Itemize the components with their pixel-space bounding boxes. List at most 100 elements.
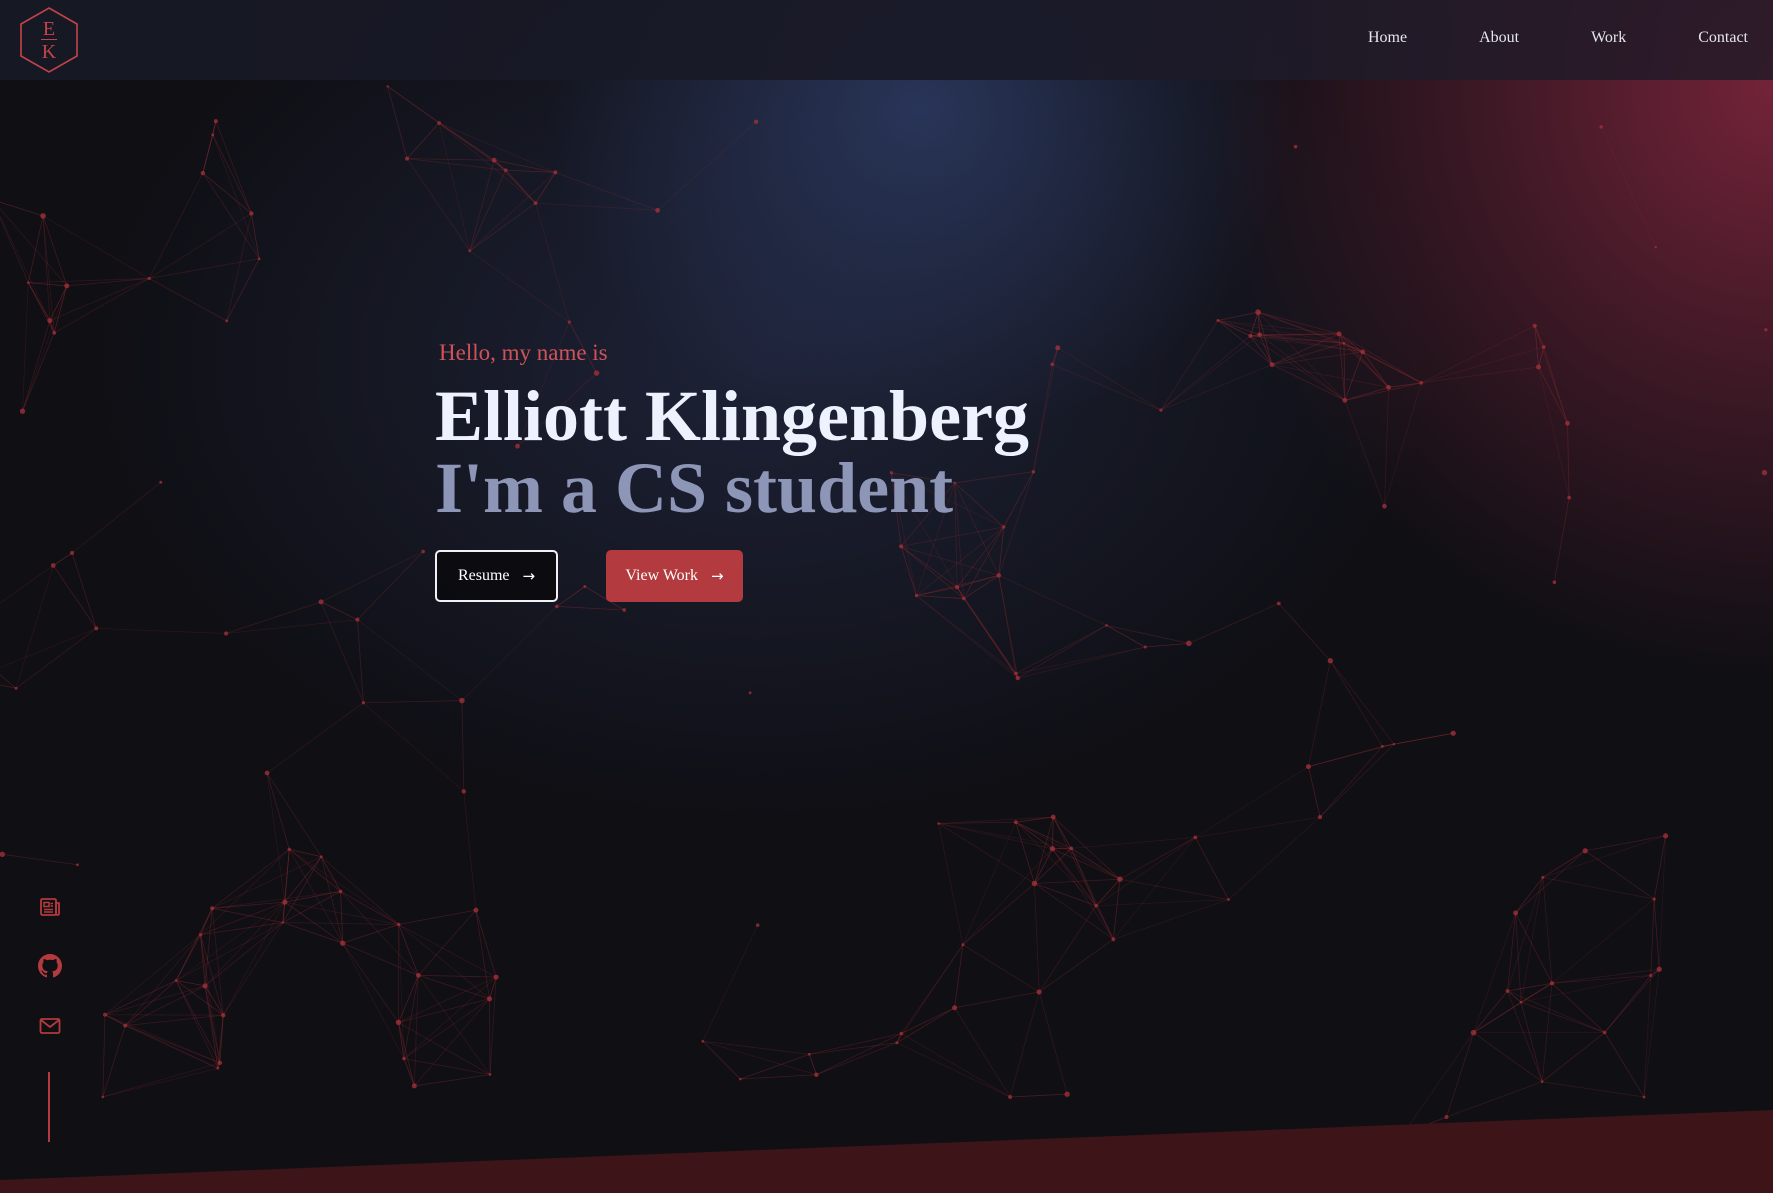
network-link <box>1095 878 1121 906</box>
network-node <box>210 906 215 911</box>
network-node <box>962 596 966 601</box>
network-link <box>1330 660 1395 745</box>
network-link <box>1308 766 1321 818</box>
network-link <box>204 985 219 1069</box>
network-node <box>1069 846 1074 851</box>
network-link <box>1145 642 1189 648</box>
network-node <box>40 213 46 219</box>
network-link <box>998 575 1107 626</box>
network-link <box>340 891 419 976</box>
network-node <box>225 319 229 323</box>
network-node <box>1276 601 1281 606</box>
network-link <box>1384 387 1389 507</box>
network-link <box>289 848 399 925</box>
network-link <box>212 121 217 135</box>
network-node <box>461 789 466 794</box>
network-link <box>740 1053 810 1080</box>
network-node <box>319 855 323 859</box>
network-link <box>461 700 465 792</box>
network-node <box>211 133 215 137</box>
hexagon-logo-icon <box>20 7 78 73</box>
network-link <box>124 980 177 1026</box>
network-link <box>901 1007 955 1034</box>
network-link <box>250 213 260 259</box>
nav-item-about[interactable]: About <box>1479 29 1519 47</box>
nav-item-work[interactable]: Work <box>1591 29 1626 47</box>
network-link <box>1319 746 1383 818</box>
network-link <box>342 924 399 944</box>
network-node <box>1269 362 1275 368</box>
network-link <box>414 998 490 1087</box>
network-node <box>954 585 960 590</box>
network-link <box>489 977 497 1075</box>
network-node <box>50 563 56 568</box>
network-link <box>176 980 206 987</box>
network-link <box>916 595 964 599</box>
network-link <box>148 172 204 279</box>
email-link[interactable] <box>38 1014 62 1038</box>
network-node <box>213 119 218 124</box>
network-link <box>42 215 150 279</box>
network-node <box>64 283 70 289</box>
network-link <box>1160 334 1260 411</box>
site-logo[interactable]: E K <box>18 6 80 74</box>
network-link <box>469 160 495 251</box>
view-work-button[interactable]: View Work → <box>606 550 743 602</box>
network-link <box>1052 848 1097 906</box>
network-link <box>1473 1032 1543 1083</box>
network-link <box>438 122 471 251</box>
network-link <box>1119 837 1196 880</box>
network-link <box>1507 990 1543 1082</box>
network-node <box>1257 332 1262 337</box>
network-node <box>397 922 401 927</box>
network-link <box>1160 335 1251 411</box>
network-link <box>175 980 219 1069</box>
github-link[interactable] <box>38 954 62 978</box>
network-node <box>899 1031 904 1036</box>
network-node <box>1541 345 1546 349</box>
network-link <box>1520 1002 1543 1082</box>
network-link <box>266 772 322 857</box>
network-link <box>963 598 1017 674</box>
network-node <box>1049 845 1056 852</box>
network-link <box>1600 126 1657 248</box>
network-link <box>282 922 343 944</box>
network-node <box>1227 898 1230 901</box>
network-link <box>469 202 536 252</box>
network-link <box>222 901 286 1016</box>
network-node <box>555 604 559 609</box>
network-node <box>386 85 389 88</box>
network-node <box>198 933 203 937</box>
network-node <box>1419 381 1424 385</box>
network-link <box>1541 1032 1605 1083</box>
network-node <box>1159 408 1163 412</box>
network-link <box>357 619 463 701</box>
network-node <box>217 1060 223 1065</box>
network-link <box>284 849 290 903</box>
network-link <box>901 944 964 1034</box>
network-link <box>1217 320 1273 365</box>
network-node <box>1536 364 1542 370</box>
network-node <box>1382 503 1387 509</box>
network-link <box>1271 342 1345 366</box>
network-node <box>94 626 99 631</box>
network-link <box>320 856 341 892</box>
network-node <box>361 701 365 705</box>
network-link <box>556 586 586 607</box>
resume-link[interactable] <box>38 895 62 919</box>
nav-item-home[interactable]: Home <box>1368 29 1407 47</box>
network-link <box>1308 660 1331 767</box>
nav-item-contact[interactable]: Contact <box>1698 29 1748 47</box>
resume-button[interactable]: Resume → <box>435 550 558 602</box>
network-link <box>1604 975 1652 1033</box>
network-link <box>469 250 570 323</box>
network-link <box>1473 990 1508 1033</box>
network-node <box>159 480 163 484</box>
network-link <box>1106 625 1189 644</box>
network-node <box>437 121 441 125</box>
network-link <box>1033 364 1053 472</box>
network-link <box>53 285 68 333</box>
network-node <box>411 1083 417 1089</box>
network-node <box>1305 764 1311 770</box>
network-link <box>555 171 658 211</box>
